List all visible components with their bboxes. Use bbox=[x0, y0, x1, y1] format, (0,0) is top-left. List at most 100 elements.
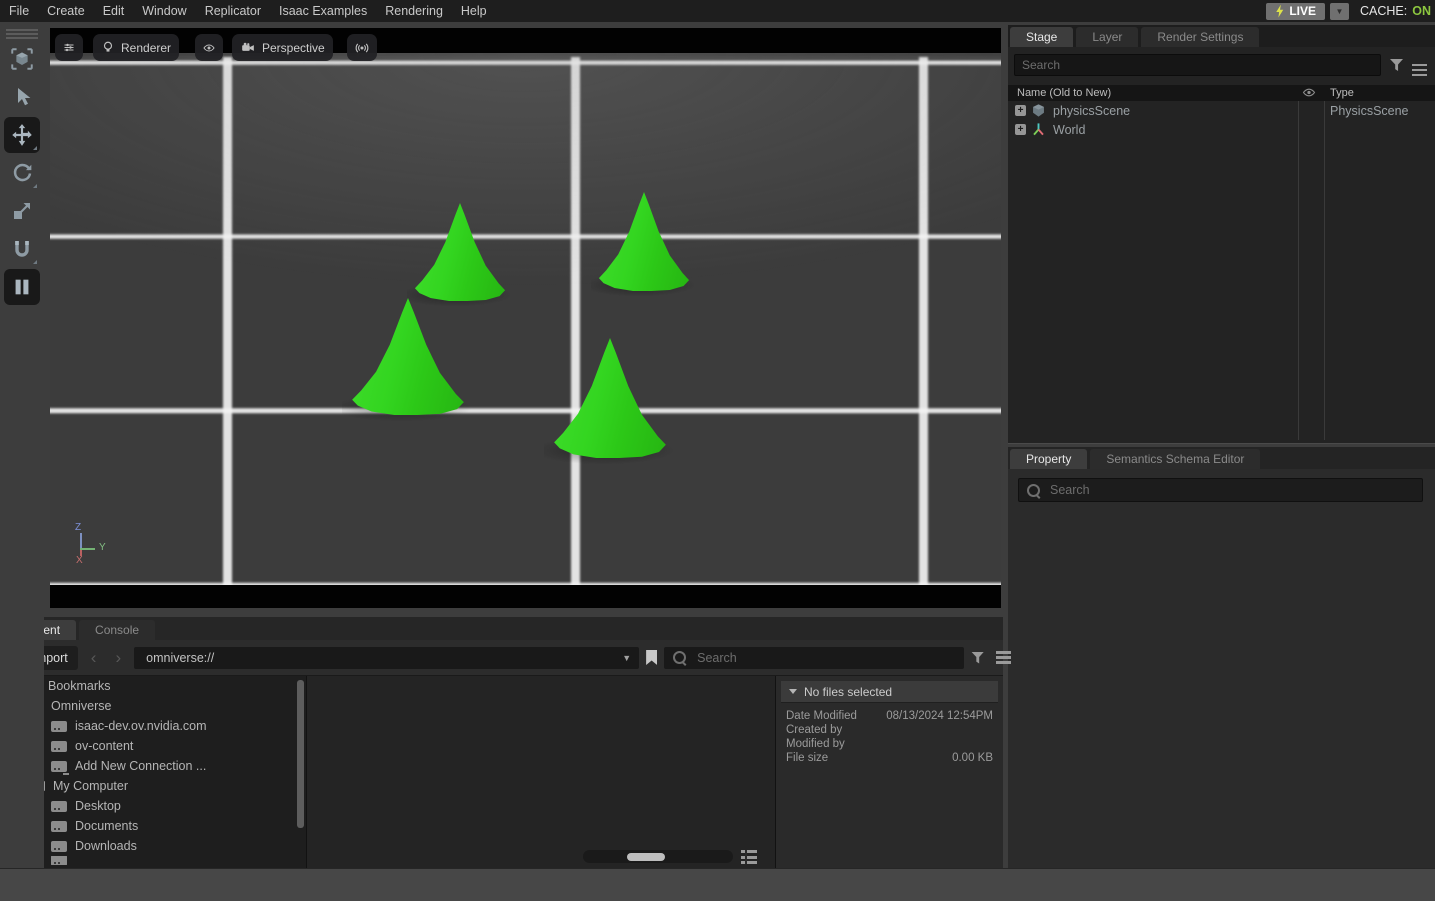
tree-item-add-new-connection[interactable]: + Add New Connection ... bbox=[0, 756, 306, 776]
expand-icon[interactable]: + bbox=[1015, 124, 1026, 135]
visibility-column-icon[interactable] bbox=[1302, 87, 1316, 98]
camera-button[interactable]: Perspective bbox=[232, 34, 333, 61]
bookmark-icon[interactable] bbox=[646, 650, 657, 665]
move-tool-button[interactable] bbox=[4, 117, 40, 153]
scale-tool-button[interactable] bbox=[4, 193, 40, 229]
axis-gizmo: Z Y X bbox=[74, 522, 120, 572]
cone-object-4[interactable] bbox=[553, 338, 667, 458]
menu-help[interactable]: Help bbox=[452, 4, 496, 18]
menu-isaac-examples[interactable]: Isaac Examples bbox=[270, 4, 376, 18]
menu-replicator[interactable]: Replicator bbox=[196, 4, 270, 18]
renderer-button[interactable]: Renderer bbox=[93, 34, 179, 61]
column-name-header[interactable]: Name (Old to New) bbox=[1008, 87, 1111, 99]
tree-item-isaac-dev-server[interactable]: + isaac-dev.ov.nvidia.com bbox=[0, 716, 306, 736]
tree-item-my-computer[interactable]: − My Computer bbox=[0, 776, 306, 796]
path-input[interactable] bbox=[134, 647, 639, 669]
path-dropdown-icon[interactable]: ▼ bbox=[622, 653, 631, 663]
menu-bar: File Create Edit Window Replicator Isaac… bbox=[0, 0, 1435, 22]
right-panel: Stage Layer Render Settings Name (Old to… bbox=[1008, 25, 1435, 868]
menu-rendering[interactable]: Rendering bbox=[376, 4, 452, 18]
tab-console[interactable]: Console bbox=[79, 620, 155, 640]
cone-object-1[interactable] bbox=[414, 203, 506, 301]
tree-item-downloads[interactable]: + Downloads bbox=[0, 836, 306, 856]
column-separator[interactable] bbox=[1298, 101, 1299, 440]
view-mode-icon[interactable] bbox=[741, 850, 757, 864]
menu-file[interactable]: File bbox=[0, 4, 38, 18]
filter-icon[interactable] bbox=[971, 652, 984, 664]
options-menu-icon[interactable] bbox=[1412, 64, 1427, 67]
tree-item-label: ov-content bbox=[75, 739, 133, 753]
visibility-button[interactable] bbox=[195, 34, 223, 61]
property-search-input[interactable] bbox=[1048, 482, 1414, 498]
eye-icon bbox=[203, 41, 215, 55]
toolbar-grip-handle[interactable] bbox=[6, 29, 38, 31]
snap-tool-button[interactable] bbox=[4, 231, 40, 267]
lightning-bolt-icon bbox=[1275, 5, 1284, 18]
tree-scrollbar[interactable] bbox=[297, 680, 304, 828]
axis-z-label: Z bbox=[75, 522, 81, 533]
viewport-settings-button[interactable] bbox=[55, 34, 83, 61]
grid-ground bbox=[50, 53, 1001, 585]
prim-name: World bbox=[1053, 123, 1085, 137]
expand-icon[interactable]: + bbox=[1015, 105, 1026, 116]
live-button[interactable]: LIVE bbox=[1266, 3, 1325, 20]
content-browser-panel: Content Console + Import ‹ › ▼ − B bbox=[0, 617, 1003, 868]
drive-icon bbox=[51, 821, 67, 832]
cone-object-2[interactable] bbox=[598, 192, 690, 291]
tab-layer[interactable]: Layer bbox=[1076, 27, 1138, 47]
pause-button[interactable] bbox=[4, 269, 40, 305]
select-mode-button[interactable] bbox=[4, 41, 40, 77]
column-separator[interactable] bbox=[1324, 101, 1325, 440]
server-add-icon bbox=[51, 761, 67, 772]
server-icon bbox=[51, 741, 67, 752]
capture-button[interactable] bbox=[347, 34, 377, 61]
cone-object-3[interactable] bbox=[351, 298, 465, 415]
tree-item-label: Bookmarks bbox=[48, 679, 111, 693]
content-tab-bar: Content Console bbox=[0, 617, 1003, 640]
server-icon bbox=[51, 721, 67, 732]
options-menu-icon[interactable] bbox=[996, 651, 1011, 654]
tree-item-omniverse[interactable]: − Omniverse bbox=[0, 696, 306, 716]
menu-edit[interactable]: Edit bbox=[94, 4, 134, 18]
tree-item-label: My Computer bbox=[53, 779, 128, 793]
content-search-input[interactable] bbox=[695, 650, 955, 666]
thumbnail-size-slider[interactable] bbox=[583, 850, 733, 863]
property-search-box bbox=[1018, 478, 1423, 502]
property-panel: Property Semantics Schema Editor bbox=[1008, 447, 1435, 868]
search-icon bbox=[1027, 484, 1040, 497]
viewport-scene[interactable] bbox=[50, 53, 1001, 585]
filter-icon[interactable] bbox=[1390, 59, 1403, 71]
tree-item-label: isaac-dev.ov.nvidia.com bbox=[75, 719, 207, 733]
stage-row-physics-scene[interactable]: + physicsScene PhysicsScene bbox=[1008, 101, 1435, 120]
tree-item-partial[interactable]: + bbox=[0, 856, 306, 865]
stage-search-row bbox=[1008, 47, 1435, 81]
tab-semantics-schema-editor[interactable]: Semantics Schema Editor bbox=[1090, 449, 1260, 469]
magnet-icon bbox=[10, 237, 34, 261]
tab-property[interactable]: Property bbox=[1010, 449, 1087, 469]
selection-header[interactable]: No files selected bbox=[781, 681, 998, 703]
rotate-tool-button[interactable] bbox=[4, 155, 40, 191]
selection-header-label: No files selected bbox=[804, 685, 892, 699]
camera-icon bbox=[240, 41, 256, 55]
flyout-indicator bbox=[33, 184, 37, 188]
tree-item-documents[interactable]: + Documents bbox=[0, 816, 306, 836]
file-grid-pane[interactable] bbox=[307, 676, 776, 869]
tree-item-ov-content[interactable]: + ov-content bbox=[0, 736, 306, 756]
select-tool-button[interactable] bbox=[4, 79, 40, 115]
content-body: − Bookmarks − Omniverse + isaac-dev.ov.n… bbox=[0, 675, 1003, 869]
tree-item-bookmarks[interactable]: − Bookmarks bbox=[0, 676, 306, 696]
tab-render-settings[interactable]: Render Settings bbox=[1141, 27, 1259, 47]
column-type-header[interactable]: Type bbox=[1330, 87, 1354, 99]
live-dropdown-button[interactable]: ▼ bbox=[1330, 3, 1349, 20]
viewport-3d[interactable]: Renderer Perspective Z Y X bbox=[50, 28, 1001, 608]
cube-prim-icon bbox=[1031, 103, 1046, 118]
tree-item-desktop[interactable]: + Desktop bbox=[0, 796, 306, 816]
menu-create[interactable]: Create bbox=[38, 4, 94, 18]
forward-button[interactable]: › bbox=[109, 649, 127, 666]
back-button[interactable]: ‹ bbox=[85, 649, 103, 666]
menu-window[interactable]: Window bbox=[133, 4, 195, 18]
slider-handle[interactable] bbox=[627, 853, 665, 861]
tab-stage[interactable]: Stage bbox=[1010, 27, 1073, 47]
stage-row-world[interactable]: + World bbox=[1008, 120, 1435, 139]
stage-search-input[interactable] bbox=[1014, 54, 1381, 76]
